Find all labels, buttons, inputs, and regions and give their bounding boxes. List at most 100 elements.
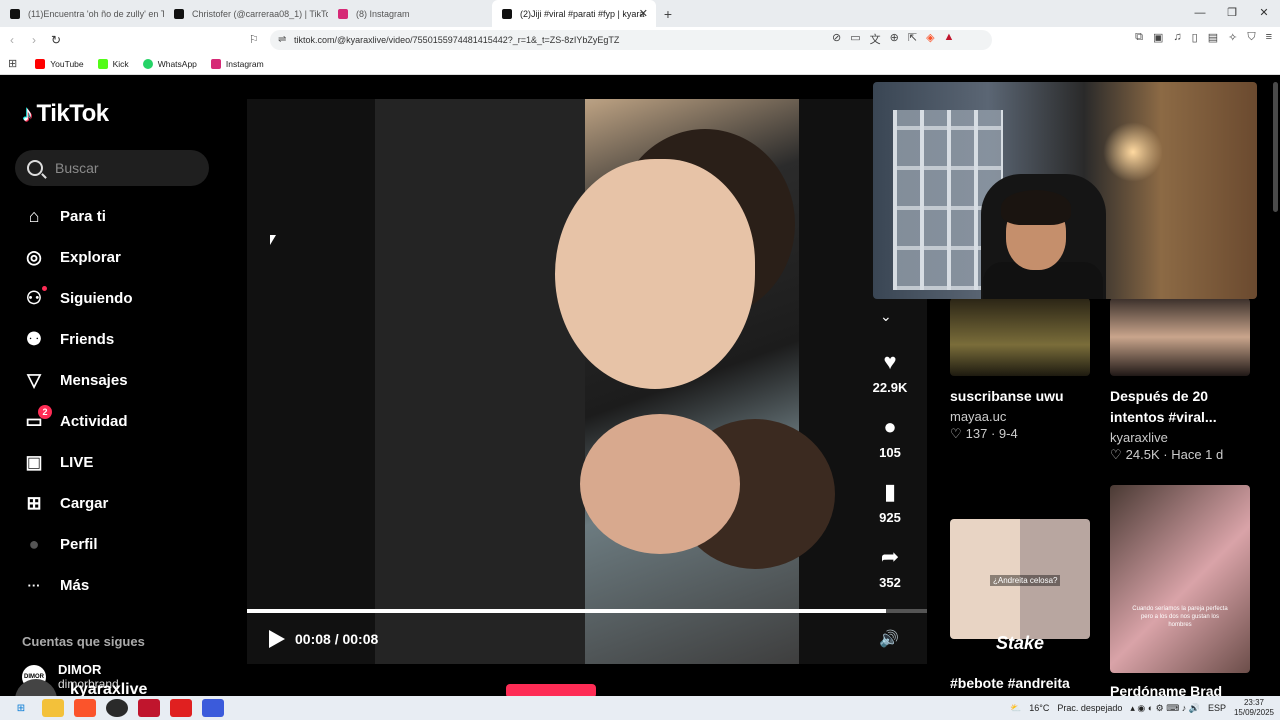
- file-explorer-icon[interactable]: [42, 699, 64, 717]
- clock[interactable]: 23:37 15/09/2025: [1234, 698, 1274, 718]
- sidebar-item-mas[interactable]: ··· Más: [22, 565, 222, 606]
- apps-grid-icon[interactable]: ⊞: [8, 57, 17, 70]
- system-tray: ⛅ 16°C Prac. despejado ▴ ◉ ◐ ⚙ ⌨ ♪ 🔊 ESP…: [1010, 696, 1274, 720]
- tiktok-logo[interactable]: ♪ TikTok: [22, 100, 109, 128]
- video-title: Perdóname Brad: [1110, 683, 1223, 696]
- clock-date: 15/09/2025: [1233, 708, 1274, 717]
- browser-tab[interactable]: (11)Encuentra 'oh ño de zully' en TikT: [0, 0, 164, 27]
- back-icon[interactable]: ‹: [2, 33, 22, 47]
- media-icon[interactable]: ♫: [1173, 31, 1181, 44]
- leo-ai-icon[interactable]: ✧: [1228, 31, 1237, 44]
- browser-tab[interactable]: Christofer (@carreraa08_1) | TikTok: [164, 0, 328, 27]
- save-button[interactable]: ▮ 925: [866, 478, 914, 525]
- stake-logo: Stake: [995, 633, 1045, 653]
- sidebar-item-actividad[interactable]: ▭ 2 Actividad: [22, 401, 222, 442]
- sidebar-item-live[interactable]: ▣ LIVE: [22, 442, 222, 483]
- weather-icon[interactable]: ⛅: [1010, 703, 1021, 714]
- account-name: DIMOR: [58, 662, 102, 677]
- profile-avatar: ●: [28, 534, 40, 554]
- video-author: kyaraxlive: [1110, 430, 1168, 445]
- translate-icon[interactable]: 文: [870, 31, 881, 47]
- sidebar-item-label: Actividad: [60, 413, 128, 430]
- sidebar-item-para-ti[interactable]: ⌂ Para ti: [22, 196, 222, 237]
- comment-button[interactable]: ● 105: [866, 413, 914, 460]
- browser-tab-bar: (11)Encuentra 'oh ño de zully' en TikT C…: [0, 0, 1280, 27]
- windows-start-icon[interactable]: ⊞: [10, 699, 32, 717]
- browser-tab[interactable]: (8) Instagram: [328, 0, 492, 27]
- video-progress-bar[interactable]: [247, 609, 927, 613]
- share-button[interactable]: ➦ 352: [866, 543, 914, 590]
- tab-title: (8) Instagram: [356, 8, 410, 19]
- language-indicator[interactable]: ESP: [1208, 703, 1226, 713]
- sidebar-item-siguiendo[interactable]: ⚇ Siguiendo: [22, 278, 222, 319]
- sidebar-item-cargar[interactable]: ⊞ Cargar: [22, 483, 222, 524]
- app-icon[interactable]: [202, 699, 224, 717]
- vpn-icon[interactable]: ⛉: [1247, 31, 1255, 44]
- bookmark-page-icon[interactable]: ⚐: [249, 33, 259, 46]
- sidebar-item-label: Más: [60, 577, 90, 594]
- home-icon: ⌂: [28, 206, 40, 226]
- reload-icon[interactable]: ↻: [46, 33, 66, 47]
- wallet-icon[interactable]: ▤: [1208, 31, 1218, 44]
- youtube-icon: [35, 58, 46, 69]
- weather-temp: 16°C: [1029, 703, 1050, 713]
- taskbar: ⊞ ⛅ 16°C Prac. despejado ▴ ◉ ◐ ⚙ ⌨ ♪ 🔊 E…: [0, 696, 1280, 720]
- no-share-icon[interactable]: ⊘: [832, 31, 841, 47]
- related-video-card[interactable]: ¿Andreita celosa? Stake #bebote #andreit…: [950, 519, 1090, 694]
- media-app-icon[interactable]: [170, 699, 192, 717]
- menu-icon[interactable]: ≡: [1266, 31, 1272, 44]
- tiktok-favicon: [174, 8, 184, 19]
- thumbnail-caption: Cuando seríamos la pareja perfecta pero …: [1132, 606, 1228, 628]
- play-icon[interactable]: [269, 630, 285, 648]
- extensions-icon[interactable]: ⧉: [1135, 31, 1143, 44]
- compass-icon: ◎: [26, 247, 42, 267]
- volume-icon[interactable]: 🔊: [879, 629, 899, 649]
- sidebar-item-perfil[interactable]: ● Perfil: [22, 524, 222, 565]
- upload-icon: ⊞: [26, 493, 42, 513]
- sidebar-item-explorar[interactable]: ◎ Explorar: [22, 237, 222, 278]
- bookmark-kick[interactable]: Kick: [97, 58, 129, 69]
- bookmark-whatsapp[interactable]: WhatsApp: [142, 58, 197, 69]
- search-input[interactable]: Buscar: [15, 150, 209, 186]
- like-count: 24.5K: [1125, 447, 1160, 462]
- sidebar-item-mensajes[interactable]: ▽ Mensajes: [22, 360, 222, 401]
- new-tab-button[interactable]: +: [656, 0, 680, 27]
- video-thumbnail: ¿Andreita celosa?: [950, 519, 1090, 639]
- browser-tab-active[interactable]: (2)Jiji #viral #parati #fyp | kyara ✕: [492, 0, 656, 27]
- brave-rewards-icon[interactable]: ▲: [944, 31, 955, 47]
- sidebar-item-friends[interactable]: ⚉ Friends: [22, 319, 222, 360]
- post-date: Hace 1 d: [1171, 447, 1224, 462]
- screenshot-icon[interactable]: ▣: [1153, 31, 1163, 44]
- bookmark-instagram[interactable]: Instagram: [210, 58, 264, 69]
- bookmark-icon: ▮: [883, 479, 897, 504]
- like-button[interactable]: ♥ 22.9K: [866, 348, 914, 395]
- related-video-card[interactable]: Cuando seríamos la pareja perfecta pero …: [1110, 485, 1250, 696]
- tray-icons[interactable]: ▴ ◉ ◐ ⚙ ⌨ ♪ 🔊: [1130, 703, 1200, 714]
- sidebar-icon[interactable]: ▯: [1192, 31, 1198, 44]
- scrollbar[interactable]: [1272, 76, 1280, 696]
- steam-icon[interactable]: [106, 699, 128, 717]
- post-date: 9-4: [998, 426, 1018, 441]
- restore-icon[interactable]: ❐: [1216, 0, 1248, 27]
- video-player[interactable]: 00:08 / 00:08 🔊: [247, 99, 927, 664]
- close-window-icon[interactable]: ✕: [1248, 0, 1280, 27]
- whatsapp-icon: [142, 58, 153, 69]
- streamer-app-icon[interactable]: [138, 699, 160, 717]
- share-page-icon[interactable]: ⇱: [908, 31, 917, 47]
- zoom-icon[interactable]: ⊕: [890, 31, 899, 47]
- close-tab-icon[interactable]: ✕: [639, 7, 648, 20]
- brave-shield-icon[interactable]: ◈: [926, 31, 934, 47]
- scrollbar-thumb[interactable]: [1273, 82, 1278, 212]
- site-info-icon[interactable]: ⇌: [278, 34, 286, 45]
- minimize-icon[interactable]: —: [1184, 0, 1216, 27]
- forward-icon[interactable]: ›: [24, 33, 44, 47]
- chevron-down-icon[interactable]: ⌄: [880, 308, 892, 325]
- related-video-card[interactable]: Después de 20 intentos #viral... kyaraxl…: [1110, 298, 1250, 463]
- brave-browser-icon[interactable]: [74, 699, 96, 717]
- sidebar-item-label: Explorar: [60, 249, 121, 266]
- follow-button[interactable]: [506, 684, 596, 696]
- related-video-card[interactable]: suscribanse uwu mayaa.uc ♡ 137 · 9-4: [950, 298, 1090, 442]
- cast-icon[interactable]: ▭: [850, 31, 860, 47]
- author-name[interactable]: kyaraxlive: [70, 681, 147, 696]
- bookmark-youtube[interactable]: YouTube: [35, 58, 84, 69]
